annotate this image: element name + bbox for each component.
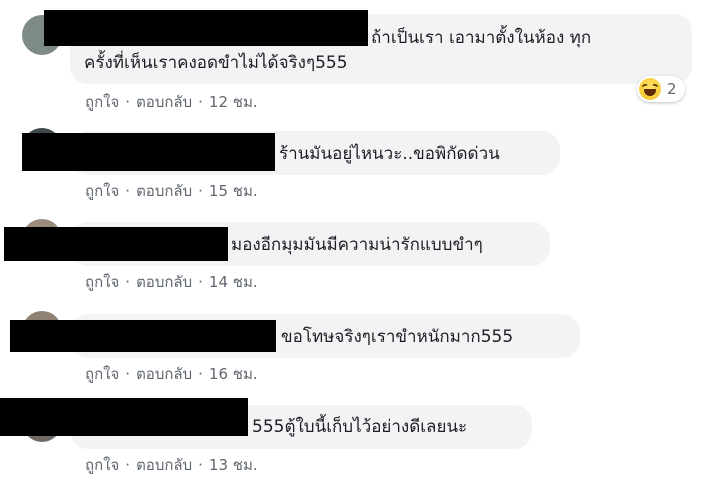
comment-actions: ถูกใจ · ตอบกลับ · 13 ชม. <box>85 455 258 475</box>
reply-link[interactable]: ตอบกลับ <box>136 456 192 474</box>
comment-actions: ถูกใจ · ตอบกลับ · 14 ชม. <box>85 272 258 292</box>
redacted-author-name <box>44 10 368 46</box>
reaction-count: 2 <box>667 80 677 98</box>
like-link[interactable]: ถูกใจ <box>85 456 119 474</box>
timestamp[interactable]: 13 ชม. <box>209 456 258 474</box>
comment-text-line: ขอโทษจริงๆเราขำหนักมาก555 <box>281 327 514 347</box>
separator: · <box>125 365 131 383</box>
separator: · <box>125 182 131 200</box>
timestamp[interactable]: 15 ชม. <box>209 182 258 200</box>
separator: · <box>198 93 203 111</box>
separator: · <box>198 456 203 474</box>
haha-icon <box>639 78 661 100</box>
comment-actions: ถูกใจ · ตอบกลับ · 12 ชม. <box>85 92 258 112</box>
separator: · <box>125 273 131 291</box>
comment-text-line: ร้านมันอยู่ไหนวะ..ขอพิกัดด่วน <box>279 144 500 164</box>
timestamp[interactable]: 14 ชม. <box>209 273 258 291</box>
reply-link[interactable]: ตอบกลับ <box>136 182 192 200</box>
timestamp[interactable]: 16 ชม. <box>209 365 258 383</box>
like-link[interactable]: ถูกใจ <box>85 93 119 111</box>
separator: · <box>198 365 203 383</box>
comment-actions: ถูกใจ · ตอบกลับ · 16 ชม. <box>85 364 258 384</box>
separator: · <box>198 273 203 291</box>
comment-text-line: มองอีกมุมมันมีความน่ารักแบบขำๆ <box>231 235 483 255</box>
like-link[interactable]: ถูกใจ <box>85 273 119 291</box>
redacted-author-name <box>0 398 248 436</box>
reply-link[interactable]: ตอบกลับ <box>136 365 192 383</box>
reply-link[interactable]: ตอบกลับ <box>136 93 192 111</box>
comment-text-line: 555ตู้ใบนี้เก็บไว้อย่างดีเลยนะ <box>252 417 468 437</box>
redacted-author-name <box>22 133 275 171</box>
reply-link[interactable]: ตอบกลับ <box>136 273 192 291</box>
comment-actions: ถูกใจ · ตอบกลับ · 15 ชม. <box>85 181 258 201</box>
comment-text-line: ถ้าเป็นเรา เอามาตั้งในห้อง ทุก <box>371 28 592 48</box>
like-link[interactable]: ถูกใจ <box>85 365 119 383</box>
timestamp[interactable]: 12 ชม. <box>209 93 258 111</box>
comment-text-line: ครั้งที่เห็นเราคงอดขำไม่ได้จริงๆ555 <box>84 53 348 73</box>
redacted-author-name <box>10 320 276 352</box>
like-link[interactable]: ถูกใจ <box>85 182 119 200</box>
reaction-summary[interactable]: 2 <box>637 76 685 102</box>
separator: · <box>198 182 203 200</box>
redacted-author-name <box>4 227 228 261</box>
separator: · <box>125 456 131 474</box>
separator: · <box>125 93 131 111</box>
